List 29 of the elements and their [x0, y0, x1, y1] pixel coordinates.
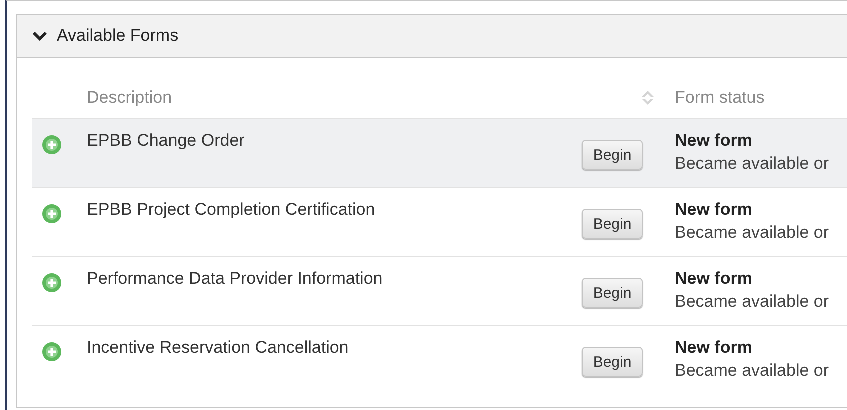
panel-title: Available Forms [57, 26, 179, 46]
status-detail: Became available or [675, 292, 830, 312]
form-status: New form [675, 200, 754, 220]
status-detail: Became available or [675, 223, 830, 243]
form-description: Incentive Reservation Cancellation [87, 338, 350, 358]
begin-button[interactable]: Begin [582, 209, 643, 239]
begin-button[interactable]: Begin [582, 278, 643, 308]
column-header[interactable]: Description [87, 88, 582, 108]
add-icon[interactable] [42, 135, 62, 155]
add-icon[interactable] [42, 342, 62, 362]
form-row[interactable]: EPBB Project Completion Certification Begin New form Became available or [32, 187, 847, 256]
begin-button[interactable]: Begin [582, 140, 643, 170]
form-row[interactable]: Incentive Reservation Cancellation Begin New form Became available or [32, 325, 847, 394]
status-detail: Became available or [675, 361, 830, 381]
form-description: Performance Data Provider Information [87, 269, 384, 289]
form-status: New form [675, 269, 754, 289]
form-description: EPBB Project Completion Certification [87, 200, 376, 220]
sort-icon[interactable] [640, 90, 656, 106]
status-detail: Became available or [675, 154, 830, 174]
add-icon[interactable] [42, 273, 62, 293]
column-header[interactable]: Form status [675, 88, 765, 108]
form-description: EPBB Change Order [87, 131, 246, 151]
form-row[interactable]: EPBB Change Order Begin New form Became available or [32, 118, 847, 187]
add-icon[interactable] [42, 204, 62, 224]
form-row[interactable]: Performance Data Provider Information Begin New form Became available or [32, 256, 847, 325]
form-status: New form [675, 338, 754, 358]
form-status: New form [675, 131, 754, 151]
panel-header[interactable]: Available Forms [17, 15, 847, 58]
begin-button[interactable]: Begin [582, 347, 643, 377]
